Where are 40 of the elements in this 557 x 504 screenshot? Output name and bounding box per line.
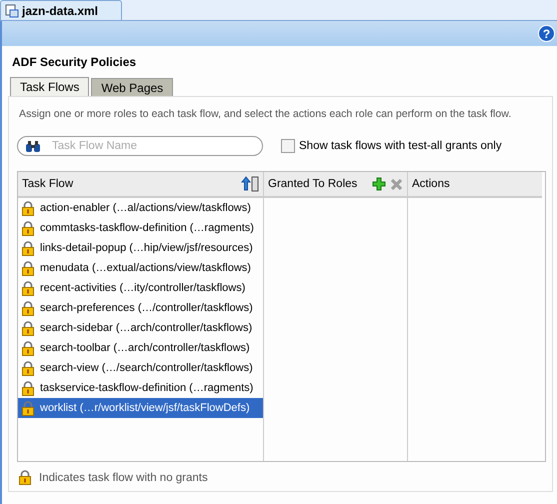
lock-icon (22, 320, 34, 336)
section-heading: ADF Security Policies (11, 54, 138, 71)
legend-text: Indicates task flow with no grants (39, 472, 208, 484)
list-item[interactable]: search-sidebar (…arch/controller/taskflows) (18, 318, 263, 338)
list-item[interactable]: taskservice-taskflow-definition (…ragments) (18, 378, 263, 398)
header-label: Actions (412, 178, 451, 190)
tab-title: jazn-data.xml (22, 4, 98, 18)
lock-icon (22, 200, 34, 216)
lock-icon (22, 400, 34, 416)
list-item[interactable]: recent-activities (…ity/controller/taskflows) (18, 278, 263, 298)
header-label: Task Flow (22, 178, 74, 190)
tab[interactable]: Web Pages (91, 78, 174, 96)
lock-icon (22, 300, 34, 316)
list-item[interactable]: links-detail-popup (…hip/view/jsf/resources) (18, 238, 263, 258)
document-icon (5, 4, 19, 18)
checkbox-label: Show task flows with test-all grants only (299, 140, 502, 152)
document-tab[interactable]: jazn-data.xml (0, 0, 122, 20)
lock-icon (22, 240, 34, 256)
lock-icon (22, 280, 34, 296)
list-item[interactable]: commtasks-taskflow-definition (…ragments) (18, 218, 263, 238)
list-item[interactable]: search-preferences (…/controller/taskflows) (18, 298, 263, 318)
list-item[interactable]: worklist (…r/worklist/view/jsf/taskFlowDefs) (18, 398, 263, 418)
lock-icon (22, 340, 34, 356)
search-field[interactable]: Task Flow Name (17, 136, 263, 156)
tab[interactable]: Task Flows (10, 77, 90, 96)
lock-icon (22, 260, 34, 276)
add-icon[interactable] (372, 177, 386, 191)
lock-icon (19, 470, 31, 485)
help-button[interactable]: ? (538, 25, 555, 42)
list-item[interactable]: action-enabler (…al/actions/view/taskflows) (18, 198, 263, 218)
lock-icon (22, 360, 34, 376)
checkbox[interactable] (281, 139, 295, 153)
description-text: Assign one or more roles to each task flow, and select the actions each role can perform on the task flow. (18, 107, 512, 122)
lock-icon (22, 220, 34, 236)
list-item[interactable]: menudata (…extual/actions/view/taskflows) (18, 258, 263, 278)
list-item[interactable]: search-view (…/search/controller/taskflows) (18, 358, 263, 378)
list-item[interactable]: search-toolbar (…arch/controller/taskflows) (18, 338, 263, 358)
sort-icon[interactable] (241, 176, 259, 192)
lock-icon (22, 380, 34, 396)
header-label: Granted To Roles (268, 178, 358, 190)
